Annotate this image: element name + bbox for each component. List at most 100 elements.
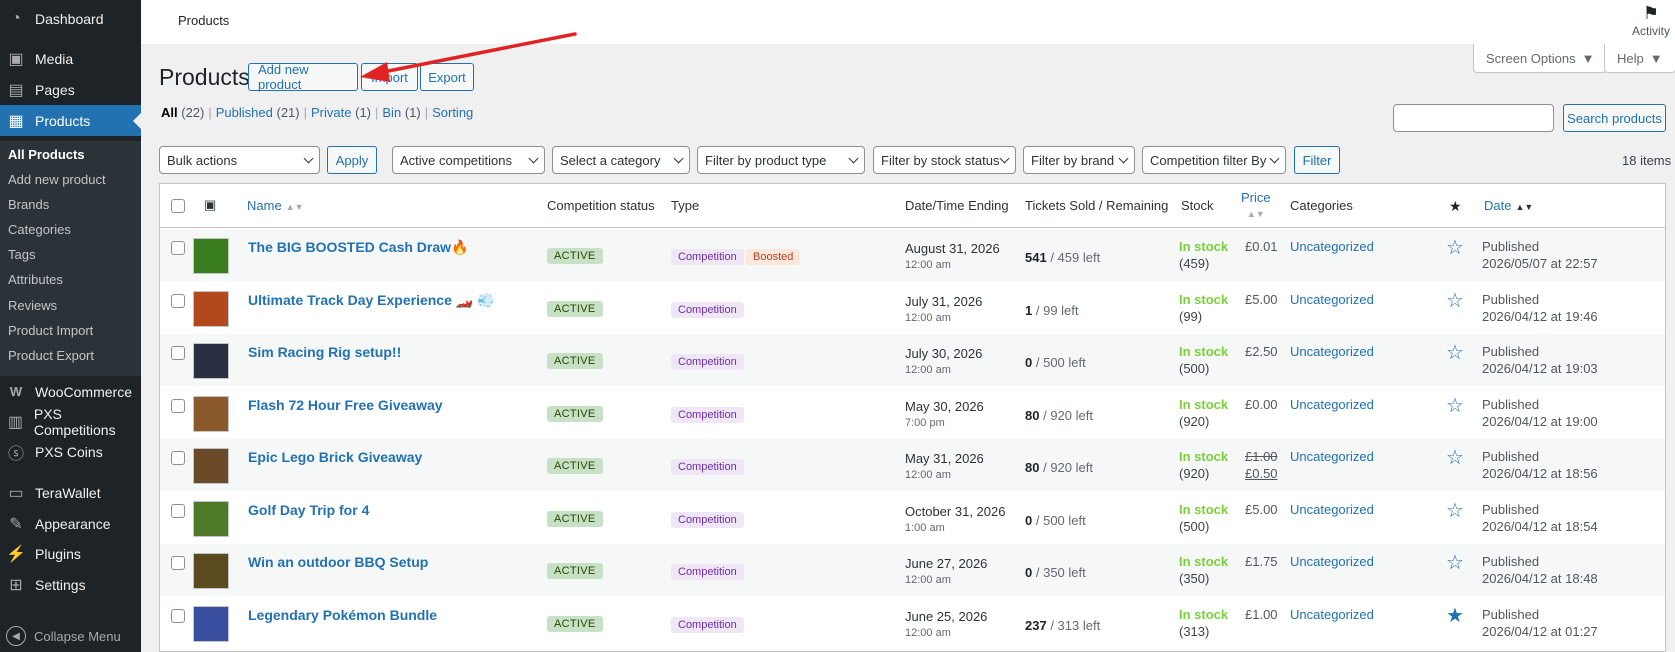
product-name-link[interactable]: Sim Racing Rig setup!! <box>248 344 401 360</box>
submenu-product-export[interactable]: Product Export <box>8 348 94 363</box>
bulk-actions-select[interactable]: Bulk actions <box>159 146 320 174</box>
menu-products[interactable]: ▦ Products <box>0 105 141 136</box>
product-thumbnail[interactable] <box>193 605 229 642</box>
row-checkbox[interactable] <box>171 346 185 360</box>
product-thumbnail[interactable] <box>193 238 229 274</box>
column-name[interactable]: Name ▲▼ <box>247 198 304 213</box>
view-sorting[interactable]: Sorting <box>432 105 473 120</box>
menu-media[interactable]: ▣ Media <box>0 43 141 74</box>
collapse-menu-button[interactable]: ◀ Collapse Menu <box>6 626 121 646</box>
view-bin[interactable]: Bin (1) <box>382 105 420 120</box>
screen-options-label: Screen Options <box>1486 50 1576 66</box>
table-row: The BIG BOOSTED Cash Draw🔥 ACTIVE Compet… <box>160 229 1665 281</box>
menu-woocommerce[interactable]: W WooCommerce <box>0 376 141 407</box>
menu-pages[interactable]: ▤ Pages <box>0 74 141 105</box>
submenu-all-products[interactable]: All Products <box>8 147 85 162</box>
filter-button[interactable]: Filter <box>1294 146 1340 174</box>
menu-terawallet[interactable]: ▭ TeraWallet <box>0 477 141 508</box>
category-link[interactable]: Uncategorized <box>1290 344 1374 359</box>
submenu-product-import[interactable]: Product Import <box>8 323 93 338</box>
menu-appearance[interactable]: ✎ Appearance <box>0 508 141 539</box>
product-name-link[interactable]: Win an outdoor BBQ Setup <box>248 554 428 570</box>
product-name-link[interactable]: Legendary Pokémon Bundle <box>248 607 437 623</box>
category-link[interactable]: Uncategorized <box>1290 239 1374 254</box>
product-name-link[interactable]: The BIG BOOSTED Cash Draw🔥 <box>248 239 468 256</box>
stock-status: In stock <box>1179 239 1229 254</box>
product-thumbnail[interactable] <box>193 290 229 327</box>
row-checkbox[interactable] <box>171 608 185 623</box>
menu-settings[interactable]: ⊞ Settings <box>0 569 141 600</box>
import-button[interactable]: Import <box>361 63 418 91</box>
submenu-reviews[interactable]: Reviews <box>8 298 57 313</box>
category-link[interactable]: Uncategorized <box>1290 449 1374 464</box>
row-checkbox[interactable] <box>171 556 185 570</box>
brand-select[interactable]: Filter by brand <box>1023 146 1135 174</box>
menu-plugins[interactable]: ⚡ Plugins <box>0 538 141 569</box>
star-outline-icon[interactable]: ☆ <box>1446 445 1464 470</box>
star-outline-icon[interactable]: ☆ <box>1446 498 1464 523</box>
stock-status: In stock <box>1179 449 1229 464</box>
column-type: Type <box>671 198 700 213</box>
product-thumbnail[interactable] <box>193 395 229 432</box>
category-select[interactable]: Select a category <box>552 146 690 174</box>
tickets-sold-remaining: 541 / 459 left <box>1025 250 1101 265</box>
stock-quantity: (459) <box>1179 256 1210 271</box>
end-date: June 25, 2026 <box>905 608 988 624</box>
category-link[interactable]: Uncategorized <box>1290 292 1374 307</box>
category-link[interactable]: Uncategorized <box>1290 502 1374 517</box>
submenu-tags[interactable]: Tags <box>8 247 35 262</box>
category-link[interactable]: Uncategorized <box>1290 607 1374 622</box>
search-products-button[interactable]: Search products <box>1563 104 1666 132</box>
active-competitions-select[interactable]: Active competitions <box>392 146 545 174</box>
product-thumbnail[interactable] <box>193 500 229 537</box>
row-checkbox[interactable] <box>171 241 185 255</box>
row-checkbox[interactable] <box>171 293 185 308</box>
help-button[interactable]: Help ▼ <box>1604 44 1675 73</box>
row-checkbox[interactable] <box>171 451 185 465</box>
stock-status-select[interactable]: Filter by stock status <box>873 146 1016 174</box>
select-all-checkbox[interactable] <box>171 199 185 213</box>
row-checkbox[interactable] <box>171 398 185 413</box>
product-name-link[interactable]: Golf Day Trip for 4 <box>248 502 369 518</box>
product-name-link[interactable]: Ultimate Track Day Experience 🏎️ 💨 <box>248 292 495 309</box>
activity-button[interactable]: ⚑ Activity <box>1627 2 1675 38</box>
view-private[interactable]: Private (1) <box>311 105 371 120</box>
column-tickets: Tickets Sold / Remaining <box>1025 198 1169 213</box>
product-thumbnail[interactable] <box>193 343 229 379</box>
stock-quantity: (920) <box>1179 466 1210 481</box>
product-name-link[interactable]: Flash 72 Hour Free Giveaway <box>248 397 443 413</box>
type-badge: Competition <box>671 511 744 528</box>
menu-pxs-coins[interactable]: ⓢ PXS Coins <box>0 436 141 467</box>
star-outline-icon[interactable]: ☆ <box>1446 393 1464 418</box>
star-filled-icon[interactable]: ★ <box>1446 603 1464 628</box>
product-name-link[interactable]: Epic Lego Brick Giveaway <box>248 449 422 465</box>
export-button[interactable]: Export <box>420 63 474 91</box>
category-link[interactable]: Uncategorized <box>1290 397 1374 412</box>
star-outline-icon[interactable]: ☆ <box>1446 550 1464 575</box>
star-outline-icon[interactable]: ☆ <box>1446 340 1464 365</box>
category-link[interactable]: Uncategorized <box>1290 554 1374 569</box>
submenu-attributes[interactable]: Attributes <box>8 272 63 287</box>
menu-pxs-competitions[interactable]: ▥ PXS Competitions <box>0 406 141 438</box>
menu-dashboard[interactable]: ◔ Dashboard <box>0 3 141 34</box>
screen-options-button[interactable]: Screen Options ▼ <box>1473 44 1608 73</box>
add-new-product-button[interactable]: Add new product <box>248 62 358 92</box>
submenu-brands[interactable]: Brands <box>8 197 49 212</box>
column-date[interactable]: Date ▲▼ <box>1484 198 1533 213</box>
view-published[interactable]: Published (21) <box>216 105 300 120</box>
competition-filter-select[interactable]: Competition filter By <box>1142 146 1286 174</box>
search-input[interactable] <box>1393 104 1554 132</box>
star-outline-icon[interactable]: ☆ <box>1446 235 1464 260</box>
coins-icon: ⓢ <box>7 445 24 463</box>
star-outline-icon[interactable]: ☆ <box>1446 288 1464 313</box>
product-thumbnail[interactable] <box>193 448 229 484</box>
column-price[interactable]: Price ▲▼ <box>1241 190 1271 220</box>
row-checkbox[interactable] <box>171 503 185 518</box>
view-all[interactable]: All (22) <box>161 105 204 120</box>
tickets-sold-remaining: 0 / 350 left <box>1025 565 1086 580</box>
product-thumbnail[interactable] <box>193 553 229 589</box>
submenu-categories[interactable]: Categories <box>8 222 71 237</box>
apply-button[interactable]: Apply <box>327 146 377 174</box>
product-type-select[interactable]: Filter by product type <box>697 146 865 174</box>
submenu-add-new-product[interactable]: Add new product <box>8 172 106 187</box>
